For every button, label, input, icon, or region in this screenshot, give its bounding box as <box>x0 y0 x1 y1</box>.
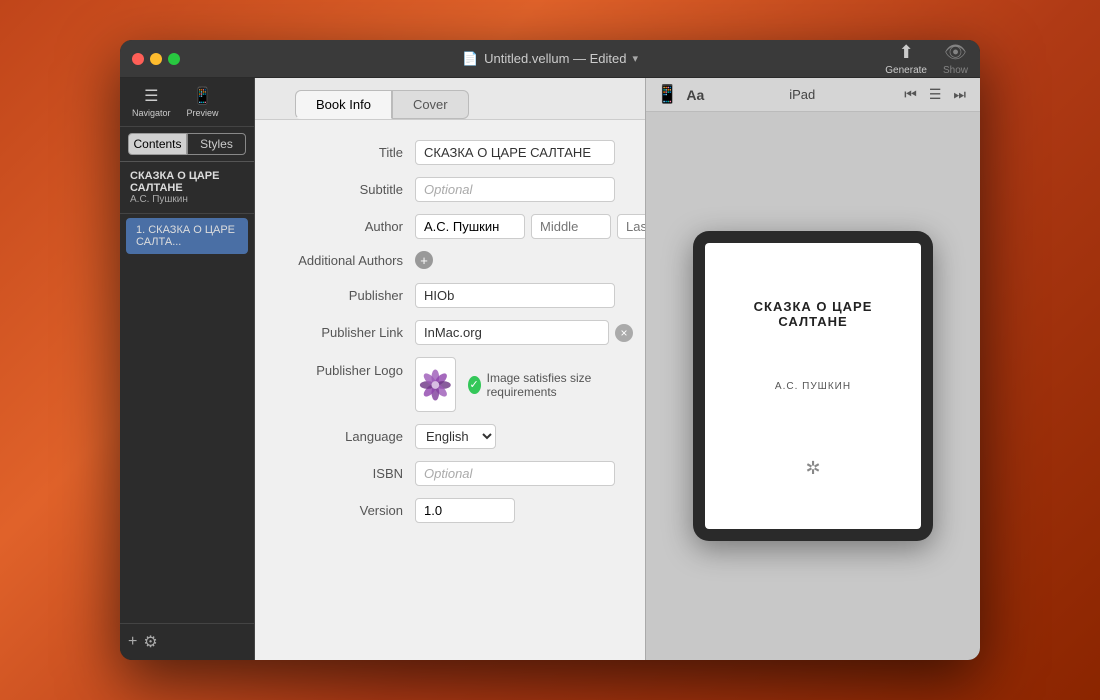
tab-book-info[interactable]: Book Info <box>295 90 392 119</box>
publisher-link-input[interactable] <box>415 320 609 345</box>
isbn-row: ISBN <box>285 461 615 486</box>
last-page-button[interactable]: ⏭ <box>949 84 970 105</box>
tab-cover[interactable]: Cover <box>392 90 469 119</box>
author-last-input[interactable] <box>617 214 645 239</box>
isbn-input[interactable] <box>415 461 615 486</box>
subtitle-row: Subtitle <box>285 177 615 202</box>
add-author-button[interactable]: + <box>415 251 433 269</box>
first-page-button[interactable]: ⏮ <box>900 84 921 105</box>
preview-toolbar: 📱 Aa iPad ⏮ ☰ ⏭ <box>646 78 980 112</box>
title-input[interactable] <box>415 140 615 165</box>
author-label: Author <box>285 219 415 234</box>
version-row: Version <box>285 498 615 523</box>
tab-contents[interactable]: Contents <box>128 133 187 155</box>
preview-label: Preview <box>187 108 219 118</box>
language-label: Language <box>285 429 415 444</box>
settings-button[interactable]: ⚙ <box>143 632 157 652</box>
version-input[interactable] <box>415 498 515 523</box>
title-label: Title <box>285 145 415 160</box>
title-row: Title <box>285 140 615 165</box>
editor-tabs: Book Info Cover <box>255 78 645 120</box>
subtitle-label: Subtitle <box>285 182 415 197</box>
traffic-lights <box>132 53 180 65</box>
book-preview-star: ✲ <box>805 458 820 479</box>
font-size-icon: Aa <box>686 87 704 103</box>
sidebar-tabs: Contents Styles <box>120 127 254 162</box>
minimize-button[interactable] <box>150 53 162 65</box>
author-row: Author <box>285 214 615 239</box>
publisher-logo-area: ✓ Image satisfies size requirements <box>415 357 615 412</box>
tab-styles[interactable]: Styles <box>187 133 246 155</box>
publisher-link-field-area: × <box>415 320 633 345</box>
generate-icon: ⬆ <box>899 42 914 63</box>
sidebar-book-author: А.С. Пушкин <box>130 194 244 205</box>
generate-label: Generate <box>885 65 927 76</box>
sidebar: ☰ Navigator 📱 Preview Contents Styles СК… <box>120 78 255 660</box>
publisher-row: Publisher <box>285 283 615 308</box>
main-content: ☰ Navigator 📱 Preview Contents Styles СК… <box>120 78 980 660</box>
show-button[interactable]: 👁 Show <box>943 42 968 76</box>
author-middle-input[interactable] <box>531 214 611 239</box>
check-icon: ✓ <box>468 376 481 394</box>
sidebar-book-title: СКАЗКА О ЦАРЕ САЛТАНЕ <box>130 170 244 194</box>
show-label: Show <box>943 65 968 76</box>
edited-chevron[interactable]: ▾ <box>633 52 639 65</box>
toolbar-right: ⬆ Generate 👁 Show <box>885 42 968 76</box>
device-icon: 📱 <box>656 84 678 105</box>
isbn-label: ISBN <box>285 466 415 481</box>
subtitle-input[interactable] <box>415 177 615 202</box>
author-fields <box>415 214 645 239</box>
flower-logo-image <box>416 363 455 407</box>
preview-icon: 📱 <box>193 86 213 106</box>
window-title: Untitled.vellum — Edited <box>484 51 626 66</box>
navigator-button[interactable]: ☰ Navigator <box>132 86 171 118</box>
window-title-area: 📄 Untitled.vellum — Edited ▾ <box>462 51 638 67</box>
main-window: 📄 Untitled.vellum — Edited ▾ ⬆ Generate … <box>120 40 980 660</box>
book-preview-author: А.С. ПУШКИН <box>775 381 851 392</box>
logo-status-area: ✓ Image satisfies size requirements <box>468 371 615 399</box>
sidebar-book-header: СКАЗКА О ЦАРЕ САЛТАНЕ А.С. Пушкин <box>120 162 254 214</box>
additional-authors-label: Additional Authors <box>285 253 415 268</box>
sidebar-footer: + ⚙ <box>120 623 254 660</box>
maximize-button[interactable] <box>168 53 180 65</box>
book-preview-title: СКАЗКА О ЦАРЕ САЛТАНЕ <box>725 299 901 329</box>
preview-content: СКАЗКА О ЦАРЕ САЛТАНЕ А.С. ПУШКИН ✲ <box>646 112 980 660</box>
navigator-icon: ☰ <box>144 86 158 106</box>
preview-nav-buttons: ⏮ ☰ ⏭ <box>900 84 970 105</box>
publisher-link-label: Publisher Link <box>285 325 415 340</box>
add-item-button[interactable]: + <box>128 633 137 651</box>
generate-button[interactable]: ⬆ Generate <box>885 42 927 76</box>
publisher-input[interactable] <box>415 283 615 308</box>
title-bar: 📄 Untitled.vellum — Edited ▾ ⬆ Generate … <box>120 40 980 78</box>
publisher-logo-row: Publisher Logo <box>285 357 615 412</box>
toc-button[interactable]: ☰ <box>925 84 946 105</box>
tablet-screen: СКАЗКА О ЦАРЕ САЛТАНЕ А.С. ПУШКИН ✲ <box>705 243 921 529</box>
device-name: iPad <box>712 87 892 102</box>
sidebar-item-chapter[interactable]: 1. СКАЗКА О ЦАРЕ САЛТА... <box>126 218 248 254</box>
navigator-label: Navigator <box>132 108 171 118</box>
show-icon: 👁 <box>944 42 967 63</box>
vellum-icon: 📄 <box>462 51 478 67</box>
publisher-link-row: Publisher Link × <box>285 320 615 345</box>
publisher-logo-label: Publisher Logo <box>285 357 415 378</box>
form-area: Title Subtitle Author <box>255 120 645 660</box>
additional-authors-row: Additional Authors + <box>285 251 615 269</box>
author-first-input[interactable] <box>415 214 525 239</box>
language-select[interactable]: English Russian French German Spanish <box>415 424 496 449</box>
editor-panel: Book Info Cover Title Subtitle Author <box>255 78 645 660</box>
preview-panel: 📱 Aa iPad ⏮ ☰ ⏭ СКАЗКА О ЦАРЕ САЛТАНЕ <box>645 78 980 660</box>
preview-button[interactable]: 📱 Preview <box>187 86 219 118</box>
close-button[interactable] <box>132 53 144 65</box>
version-label: Version <box>285 503 415 518</box>
logo-status-text: Image satisfies size requirements <box>487 371 615 399</box>
logo-placeholder[interactable] <box>415 357 456 412</box>
language-row: Language English Russian French German S… <box>285 424 615 449</box>
publisher-label: Publisher <box>285 288 415 303</box>
sidebar-toolbar: ☰ Navigator 📱 Preview <box>120 78 254 127</box>
tablet-frame: СКАЗКА О ЦАРЕ САЛТАНЕ А.С. ПУШКИН ✲ <box>693 231 933 541</box>
clear-publisher-link-button[interactable]: × <box>615 324 633 342</box>
